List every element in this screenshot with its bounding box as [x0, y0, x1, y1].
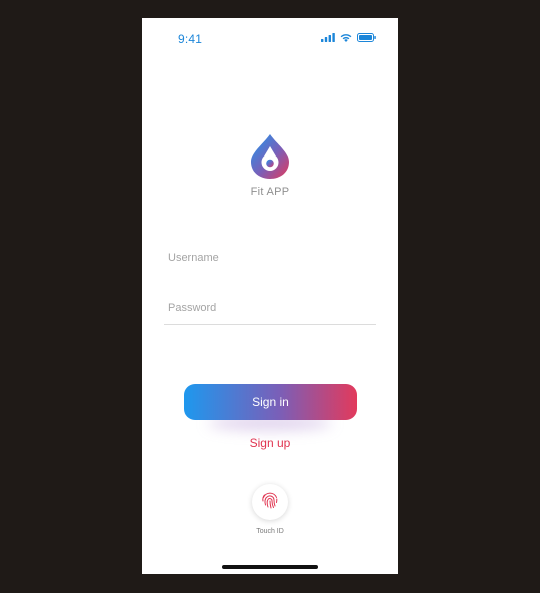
battery-icon [357, 33, 376, 42]
home-indicator [222, 565, 318, 569]
username-field-container [164, 244, 376, 274]
cellular-signal-icon [321, 33, 335, 42]
phone-screen: 9:41 Fit APP Username Sign in Sign up To… [142, 18, 398, 574]
screen-backdrop: 9:41 Fit APP Username Sign in Sign up To… [0, 0, 540, 593]
water-drop-logo-icon [250, 132, 290, 180]
app-name: Fit APP [250, 186, 290, 198]
status-time: 9:41 [178, 32, 203, 46]
username-input[interactable] [164, 244, 376, 272]
password-input[interactable] [164, 294, 376, 322]
wifi-icon [340, 33, 352, 42]
sign-in-button[interactable]: Sign in [184, 384, 357, 420]
password-field-container [164, 294, 376, 325]
status-icons [321, 33, 376, 42]
sign-up-link[interactable]: Sign up [142, 436, 398, 450]
touch-id-button[interactable] [252, 484, 288, 520]
touch-id-label: Touch ID [256, 528, 284, 535]
status-bar: 9:41 [142, 18, 398, 58]
fingerprint-icon [260, 490, 280, 515]
